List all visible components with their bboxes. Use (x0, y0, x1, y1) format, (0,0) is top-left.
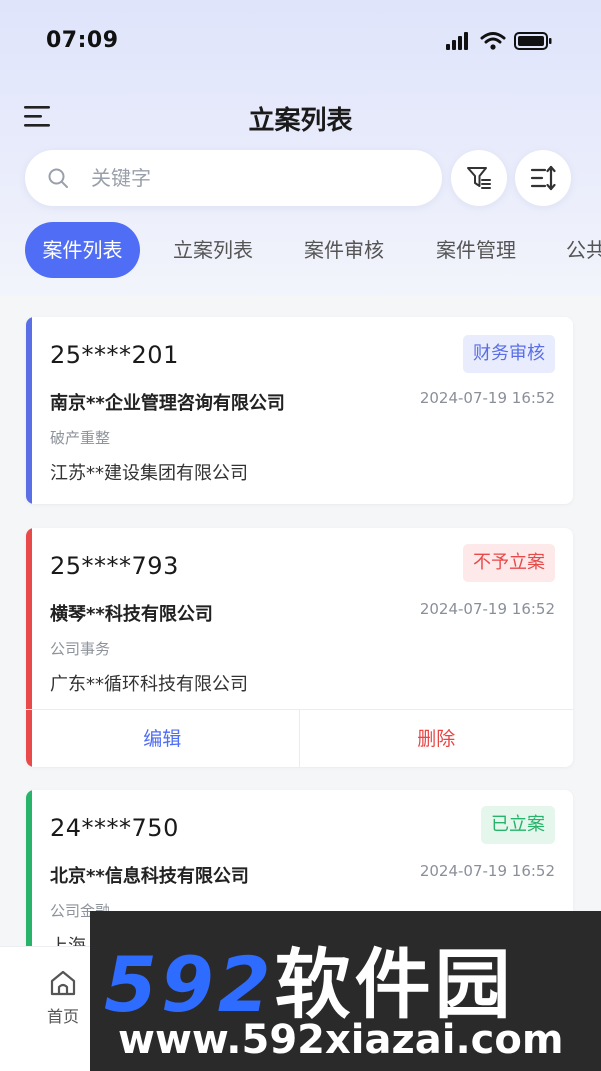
card-accent-bar (26, 317, 32, 504)
nav-home-label: 首页 (46, 1007, 79, 1026)
status-time: 07:09 (46, 28, 119, 53)
status-badge: 不予立案 (463, 544, 555, 582)
filter-button[interactable] (451, 150, 507, 206)
nav-bar: 立案列表 (0, 90, 601, 140)
wifi-icon (480, 32, 506, 50)
case-type: 公司事务 (50, 640, 111, 658)
tab-public[interactable]: 公共 (566, 222, 601, 278)
case-type: 破产重整 (50, 429, 111, 447)
related-company: 江苏**建设集团有限公司 (50, 463, 248, 484)
watermark-overlay: 592软件园 www.592xiazai.com (90, 911, 601, 1071)
sort-icon (530, 165, 556, 191)
filter-icon (467, 167, 491, 189)
tab-filing-list[interactable]: 立案列表 (173, 222, 253, 278)
case-datetime: 2024-07-19 16:52 (419, 389, 555, 407)
page-title: 立案列表 (248, 106, 353, 136)
status-icons (446, 32, 552, 50)
company-name: 北京**信息科技有限公司 (50, 866, 249, 887)
sort-button[interactable] (515, 150, 571, 206)
case-datetime: 2024-07-19 16:52 (419, 862, 555, 880)
case-card[interactable]: 25****793 不予立案 横琴**科技有限公司 2024-07-19 16:… (26, 528, 573, 767)
case-number: 25****201 (50, 341, 179, 369)
nav-home[interactable]: 首页 (40, 967, 86, 1027)
watermark-number: 592 (104, 940, 275, 1029)
search-icon (48, 168, 68, 188)
related-company: 广东**循环科技有限公司 (50, 674, 248, 695)
watermark-url: www.592xiazai.com (118, 1017, 564, 1063)
search-bar[interactable] (25, 150, 442, 206)
case-card[interactable]: 25****201 财务审核 南京**企业管理咨询有限公司 2024-07-19… (26, 317, 573, 504)
tab-case-list[interactable]: 案件列表 (25, 222, 140, 278)
card-actions: 编辑 删除 (26, 709, 573, 767)
case-datetime: 2024-07-19 16:52 (419, 600, 555, 618)
watermark-brand: 软件园 (274, 940, 515, 1029)
status-badge: 财务审核 (463, 335, 555, 373)
tab-case-review[interactable]: 案件审核 (304, 222, 384, 278)
home-icon (50, 970, 76, 996)
tab-bar: 案件列表 立案列表 案件审核 案件管理 公共 (0, 222, 601, 280)
signal-icon (446, 32, 468, 50)
delete-button[interactable]: 删除 (300, 710, 574, 767)
company-name: 横琴**科技有限公司 (50, 604, 213, 625)
search-input[interactable] (91, 150, 421, 206)
status-badge: 已立案 (481, 806, 555, 844)
company-name: 南京**企业管理咨询有限公司 (50, 393, 285, 414)
case-number: 24****750 (50, 814, 179, 842)
tab-case-management[interactable]: 案件管理 (436, 222, 516, 278)
battery-icon (514, 32, 552, 50)
edit-button[interactable]: 编辑 (26, 710, 300, 767)
status-bar: 07:09 (0, 0, 601, 80)
case-number: 25****793 (50, 552, 179, 580)
